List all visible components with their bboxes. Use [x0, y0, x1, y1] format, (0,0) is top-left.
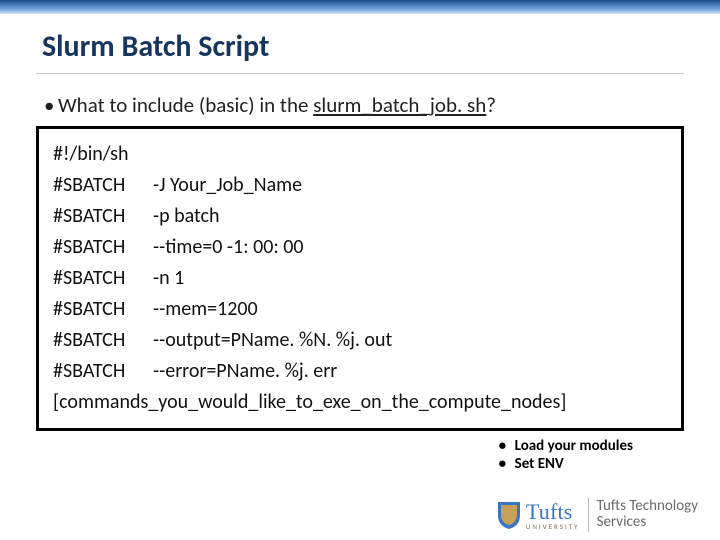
footer: Tufts UNIVERSITY Tufts Technology Servic…	[496, 498, 698, 532]
brand-sub: UNIVERSITY	[526, 522, 580, 531]
side-note: •Load your modules •Set ENV	[499, 437, 633, 473]
slide: Slurm Batch Script • What to include (ba…	[0, 0, 720, 540]
code-directive: #SBATCH-p batch	[53, 201, 669, 232]
code-directive: #SBATCH--time=0 -1: 00: 00	[53, 232, 669, 263]
tufts-logo: Tufts UNIVERSITY	[496, 499, 580, 531]
code-directive: #SBATCH--output=PName. %N. %j. out	[53, 325, 669, 356]
intro-suffix: ?	[486, 92, 496, 118]
code-directive: #SBATCH--error=PName. %j. err	[53, 356, 669, 387]
header-gradient	[0, 0, 720, 14]
intro-prefix: What to include (basic) in the	[58, 92, 313, 118]
bullet-dot-icon: •	[499, 437, 515, 455]
bullet-dot-icon: •	[499, 455, 515, 473]
shield-icon	[496, 500, 522, 530]
code-directive: #SBATCH-J Your_Job_Name	[53, 170, 669, 201]
code-box: #!/bin/sh #SBATCH-J Your_Job_Name #SBATC…	[36, 126, 684, 431]
code-shebang: #!/bin/sh	[53, 139, 669, 170]
intro-bullet: • What to include (basic) in the slurm_b…	[0, 74, 720, 124]
intro-filename: slurm_batch_job. sh	[313, 92, 486, 118]
note-item: Load your modules	[515, 437, 633, 455]
footer-unit: Tufts Technology Services	[597, 499, 698, 531]
code-directive: #SBATCH-n 1	[53, 263, 669, 294]
slide-title: Slurm Batch Script	[0, 14, 720, 65]
note-item: Set ENV	[515, 455, 564, 473]
code-tail: [commands_you_would_like_to_exe_on_the_c…	[53, 387, 669, 418]
code-directive: #SBATCH--mem=1200	[53, 294, 669, 325]
footer-separator	[588, 498, 589, 532]
bullet-dot-icon: •	[44, 92, 58, 118]
